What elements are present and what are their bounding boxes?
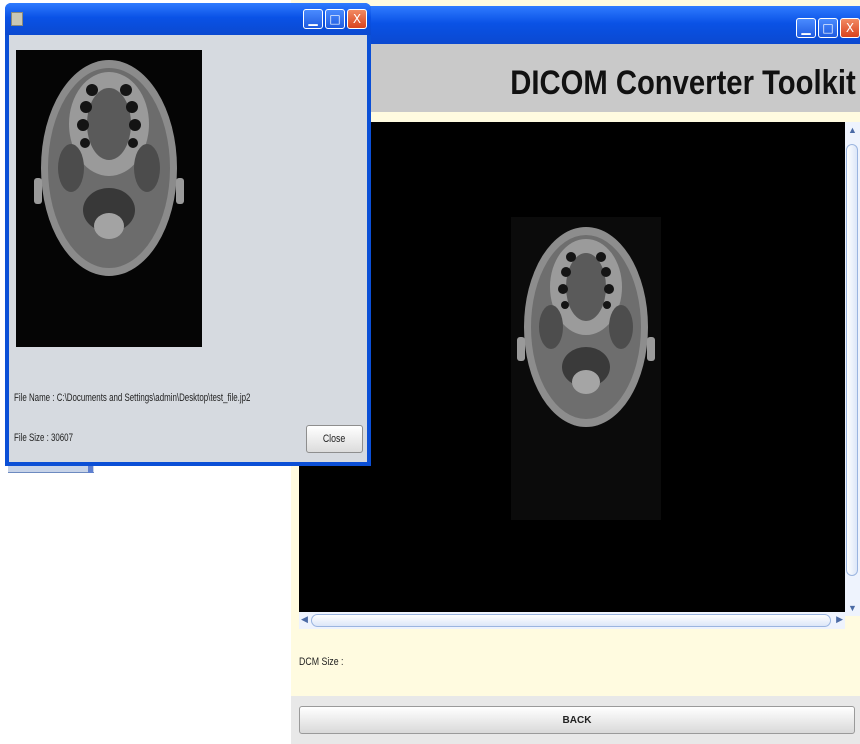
back-button[interactable]: BACK [299, 706, 855, 734]
scroll-up-arrow-icon[interactable]: ▲ [848, 125, 857, 135]
dicom-image-viewer[interactable] [299, 122, 851, 616]
close-button-label: Close [323, 433, 346, 445]
horizontal-scrollbar[interactable]: ◀ ▶ [299, 612, 845, 629]
scroll-right-arrow-icon[interactable]: ▶ [836, 614, 843, 625]
horizontal-scroll-thumb[interactable] [311, 614, 831, 627]
mri-head-image [511, 217, 661, 520]
maximize-icon[interactable]: □ [325, 9, 345, 29]
close-icon[interactable]: X [840, 18, 860, 38]
minimize-icon[interactable]: ▁ [796, 18, 816, 38]
vertical-scroll-thumb[interactable] [846, 144, 858, 576]
maximize-icon[interactable]: □ [818, 18, 838, 38]
dialog-titlebar[interactable]: ▁ □ X [5, 3, 371, 35]
vertical-scrollbar[interactable]: ▲ ▼ [845, 122, 860, 616]
header-band: DICOM Converter Toolkit [291, 44, 860, 112]
scroll-left-arrow-icon[interactable]: ◀ [301, 614, 308, 625]
partial-input-field[interactable] [8, 466, 94, 473]
java-app-icon [11, 12, 23, 26]
dialog-body: File Name : C:\Documents and Settings\ad… [9, 35, 367, 462]
file-name-label: File Name : C:\Documents and Settings\ad… [14, 392, 251, 404]
scroll-down-arrow-icon[interactable]: ▼ [848, 603, 857, 613]
main-window-controls: ▁ □ X [796, 18, 860, 40]
close-icon[interactable]: X [347, 9, 367, 29]
back-bar: BACK [291, 696, 860, 744]
minimize-icon[interactable]: ▁ [303, 9, 323, 29]
dcm-size-label: DCM Size : [299, 656, 344, 668]
main-window: ▁ □ X DICOM Converter Toolkit ▲ ▼ ◀ ▶ DC… [291, 0, 860, 744]
file-size-label: File Size : 30607 [14, 432, 73, 444]
mri-head-thumbnail [16, 50, 202, 347]
close-button[interactable]: Close [306, 425, 363, 453]
image-preview-dialog: ▁ □ X File Name : C:\Documents and Setti… [5, 3, 371, 466]
app-title: DICOM Converter Toolkit [510, 64, 856, 102]
dialog-window-controls: ▁ □ X [303, 9, 367, 29]
main-titlebar[interactable]: ▁ □ X [291, 6, 860, 44]
